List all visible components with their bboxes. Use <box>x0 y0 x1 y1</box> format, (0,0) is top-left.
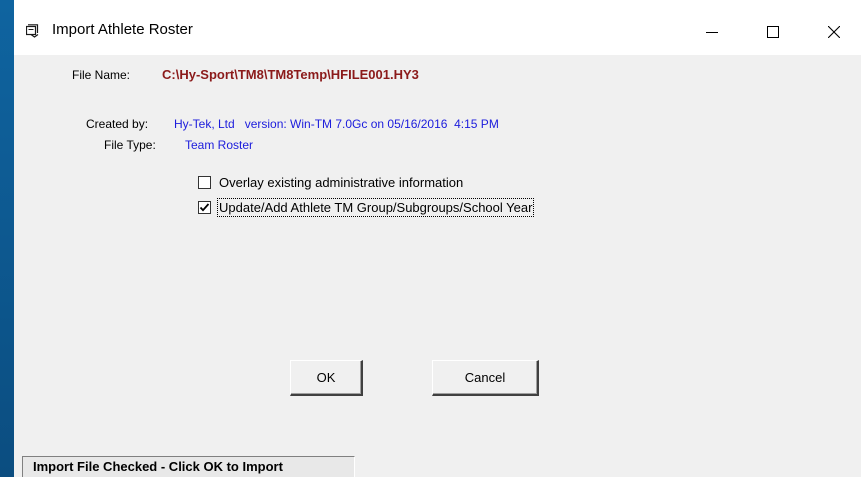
close-icon <box>828 26 840 38</box>
overlay-admin-checkbox[interactable] <box>198 175 211 189</box>
update-athlete-checkbox[interactable] <box>198 200 211 214</box>
file-type-label: File Type: <box>104 138 156 152</box>
minimize-button[interactable] <box>689 12 735 52</box>
created-by-value: Hy-Tek, Ltd version: Win-TM 7.0Gc on 05/… <box>174 117 499 131</box>
window-title: Import Athlete Roster <box>52 21 193 38</box>
status-bar: Import File Checked - Click OK to Import <box>22 456 355 477</box>
minimize-icon <box>706 32 718 33</box>
close-button[interactable] <box>811 12 857 52</box>
file-name-value: C:\Hy-Sport\TM8\TM8Temp\HFILE001.HY3 <box>162 67 419 82</box>
update-athlete-label[interactable]: Update/Add Athlete TM Group/Subgroups/Sc… <box>216 197 535 217</box>
maximize-button[interactable] <box>750 12 796 52</box>
dialog-body: File Name: C:\Hy-Sport\TM8\TM8Temp\HFILE… <box>14 55 861 477</box>
title-bar[interactable]: Import Athlete Roster <box>14 0 861 55</box>
overlay-admin-label[interactable]: Overlay existing administrative informat… <box>219 175 463 190</box>
file-type-value: Team Roster <box>185 138 254 152</box>
import-roster-dialog: Import Athlete Roster File Name: C:\Hy-S… <box>14 0 861 477</box>
update-athlete-option[interactable]: Update/Add Athlete TM Group/Subgroups/Sc… <box>198 197 535 217</box>
overlay-admin-option[interactable]: Overlay existing administrative informat… <box>198 174 463 190</box>
desktop-background <box>0 0 14 477</box>
created-by-label: Created by: <box>86 117 149 131</box>
cancel-button[interactable]: Cancel <box>432 360 539 396</box>
checkmark-icon <box>199 202 210 212</box>
maximize-icon <box>767 26 779 38</box>
file-name-label: File Name: <box>72 68 131 82</box>
import-roster-icon <box>25 24 40 38</box>
ok-button[interactable]: OK <box>290 360 363 396</box>
